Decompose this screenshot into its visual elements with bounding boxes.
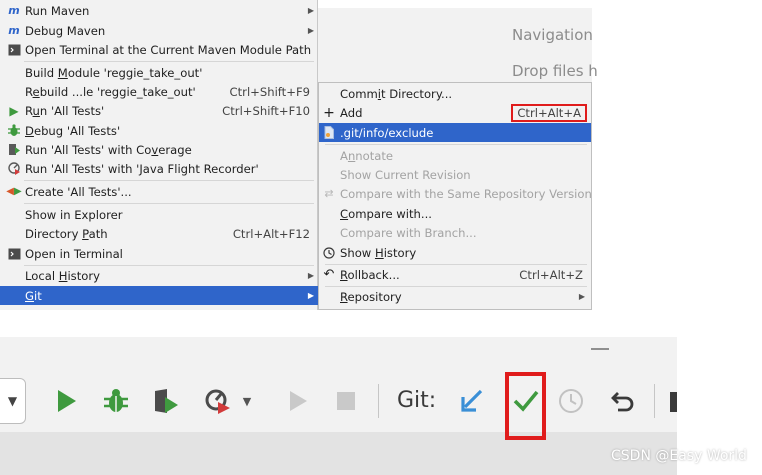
chevron-down-icon: ▼ — [242, 394, 252, 408]
menu-separator — [24, 203, 314, 204]
update-arrow-icon — [461, 389, 483, 412]
profiler-dropdown[interactable]: ▼ — [236, 382, 258, 420]
run-button[interactable] — [48, 382, 84, 420]
rebuild-shortcut: Ctrl+Shift+F9 — [229, 84, 310, 99]
toolbar-lower-strip — [0, 432, 677, 475]
rollback-icon: ↶ — [323, 267, 335, 282]
git-item-compare-same-repo[interactable]: ⇄ Compare with the Same Repository Versi… — [319, 184, 591, 203]
play-disabled-icon — [290, 391, 307, 411]
git-item-exclude[interactable]: .git/info/exclude — [319, 123, 591, 142]
git-item-repository[interactable]: Repository ▶ — [319, 287, 591, 306]
submenu-arrow-icon: ▶ — [307, 271, 314, 280]
coverage-icon — [155, 389, 178, 413]
git-file-icon — [322, 126, 336, 139]
rollback-icon — [611, 392, 634, 412]
terminal-maven-icon — [6, 42, 22, 58]
rollback-shortcut: Ctrl+Alt+Z — [519, 267, 583, 282]
menu-item-directory-path[interactable]: Directory Path Ctrl+Alt+F12 — [0, 224, 318, 243]
debug-button[interactable] — [98, 382, 134, 420]
ide-context-menu-screenshot: Navigation Drop files h m Run Maven ▶ m … — [0, 0, 762, 310]
menu-item-run-coverage[interactable]: Run 'All Tests' with Coverage — [0, 140, 318, 159]
toolbar-separator — [654, 384, 655, 418]
submenu-arrow-icon: ▶ — [578, 292, 585, 301]
menu-separator — [24, 180, 314, 181]
menu-item-run-tests[interactable]: ▶ Run 'All Tests' Ctrl+Shift+F10 — [0, 101, 318, 120]
git-toolbar-label: Git: — [397, 388, 437, 413]
menu-item-run-maven[interactable]: m Run Maven ▶ — [0, 1, 318, 20]
menu-item-debug-tests[interactable]: Debug 'All Tests' — [0, 121, 318, 140]
maven-debug-icon: m — [8, 24, 20, 37]
submenu-arrow-icon: ▶ — [307, 6, 314, 15]
bug-icon — [104, 389, 128, 412]
git-update-button[interactable] — [454, 382, 490, 420]
git-item-annotate[interactable]: Annotate — [319, 146, 591, 165]
clock-icon — [559, 389, 583, 413]
git-item-compare-with[interactable]: Compare with... — [319, 204, 591, 223]
menu-item-git[interactable]: Git ▶ — [0, 286, 318, 305]
run-icon — [58, 390, 76, 412]
minimize-dash — [591, 348, 609, 350]
resume-button[interactable] — [280, 382, 316, 420]
menu-item-open-terminal-maven[interactable]: Open Terminal at the Current Maven Modul… — [0, 40, 318, 59]
git-item-compare-branch[interactable]: Compare with Branch... — [319, 223, 591, 242]
git-submenu: Commit Directory... + Add Ctrl+Alt+A .gi… — [318, 82, 592, 310]
menu-item-rebuild[interactable]: Rebuild ...le 'reggie_take_out' Ctrl+Shi… — [0, 82, 318, 101]
maven-run-icon: m — [8, 4, 20, 17]
profiler-button[interactable] — [200, 382, 236, 420]
git-item-commit-directory[interactable]: Commit Directory... — [319, 84, 591, 103]
menu-item-show-in-explorer[interactable]: Show in Explorer — [0, 205, 318, 224]
git-item-rollback[interactable]: ↶ Rollback... Ctrl+Alt+Z — [319, 265, 591, 284]
bug-icon — [6, 123, 22, 139]
plus-icon: + — [323, 104, 335, 121]
git-item-show-current-revision[interactable]: Show Current Revision — [319, 165, 591, 184]
menu-item-run-jfr[interactable]: Run 'All Tests' with 'Java Flight Record… — [0, 159, 318, 178]
menu-item-open-in-terminal[interactable]: Open in Terminal — [0, 244, 318, 263]
add-shortcut: Ctrl+Alt+A — [511, 103, 587, 122]
toolbar-separator — [378, 384, 379, 418]
menu-item-create-tests[interactable]: ◀ ▶ Create 'All Tests'... — [0, 182, 318, 201]
run-tests-shortcut: Ctrl+Shift+F10 — [222, 103, 310, 118]
run-icon: ▶ — [9, 103, 19, 118]
menu-separator — [325, 144, 587, 145]
submenu-arrow-icon: ▶ — [307, 26, 314, 35]
chevron-down-icon: ▼ — [7, 394, 18, 408]
submenu-arrow-icon: ▶ — [307, 291, 314, 300]
git-history-button[interactable] — [553, 382, 589, 420]
coverage-button[interactable] — [148, 382, 184, 420]
stop-button[interactable] — [328, 382, 364, 420]
coverage-icon — [6, 142, 22, 158]
directory-path-shortcut: Ctrl+Alt+F12 — [232, 226, 310, 241]
stop-icon — [337, 392, 355, 410]
commit-highlight-box — [505, 372, 546, 440]
main-toolbar: ▼ ▼ Git: — [0, 370, 677, 432]
clock-icon — [322, 246, 336, 259]
create-test-icon: ◀ ▶ — [6, 186, 22, 197]
ide-toolbar-screenshot: ▼ ▼ Git: — [0, 337, 677, 475]
profiler-icon — [6, 161, 22, 177]
menu-item-build-module[interactable]: Build Module 'reggie_take_out' — [0, 63, 318, 82]
csdn-watermark: CSDN @Easy World — [611, 448, 747, 464]
profiler-icon — [205, 389, 230, 414]
run-config-dropdown[interactable]: ▼ — [0, 378, 26, 424]
drop-files-hint: Drop files h — [512, 62, 598, 80]
project-context-menu: m Run Maven ▶ m Debug Maven ▶ Open Termi… — [0, 0, 318, 310]
git-item-show-history[interactable]: Show History — [319, 243, 591, 262]
navigation-hint: Navigation — [512, 26, 593, 44]
menu-item-local-history[interactable]: Local History ▶ — [0, 266, 318, 285]
git-item-add[interactable]: + Add Ctrl+Alt+A — [319, 103, 591, 122]
terminal-icon — [6, 246, 22, 262]
menu-item-debug-maven[interactable]: m Debug Maven ▶ — [0, 21, 318, 40]
menu-separator — [24, 61, 314, 62]
git-rollback-button[interactable] — [605, 382, 641, 420]
truncated-toolbar-icon — [670, 392, 677, 412]
compare-icon: ⇄ — [324, 187, 334, 200]
